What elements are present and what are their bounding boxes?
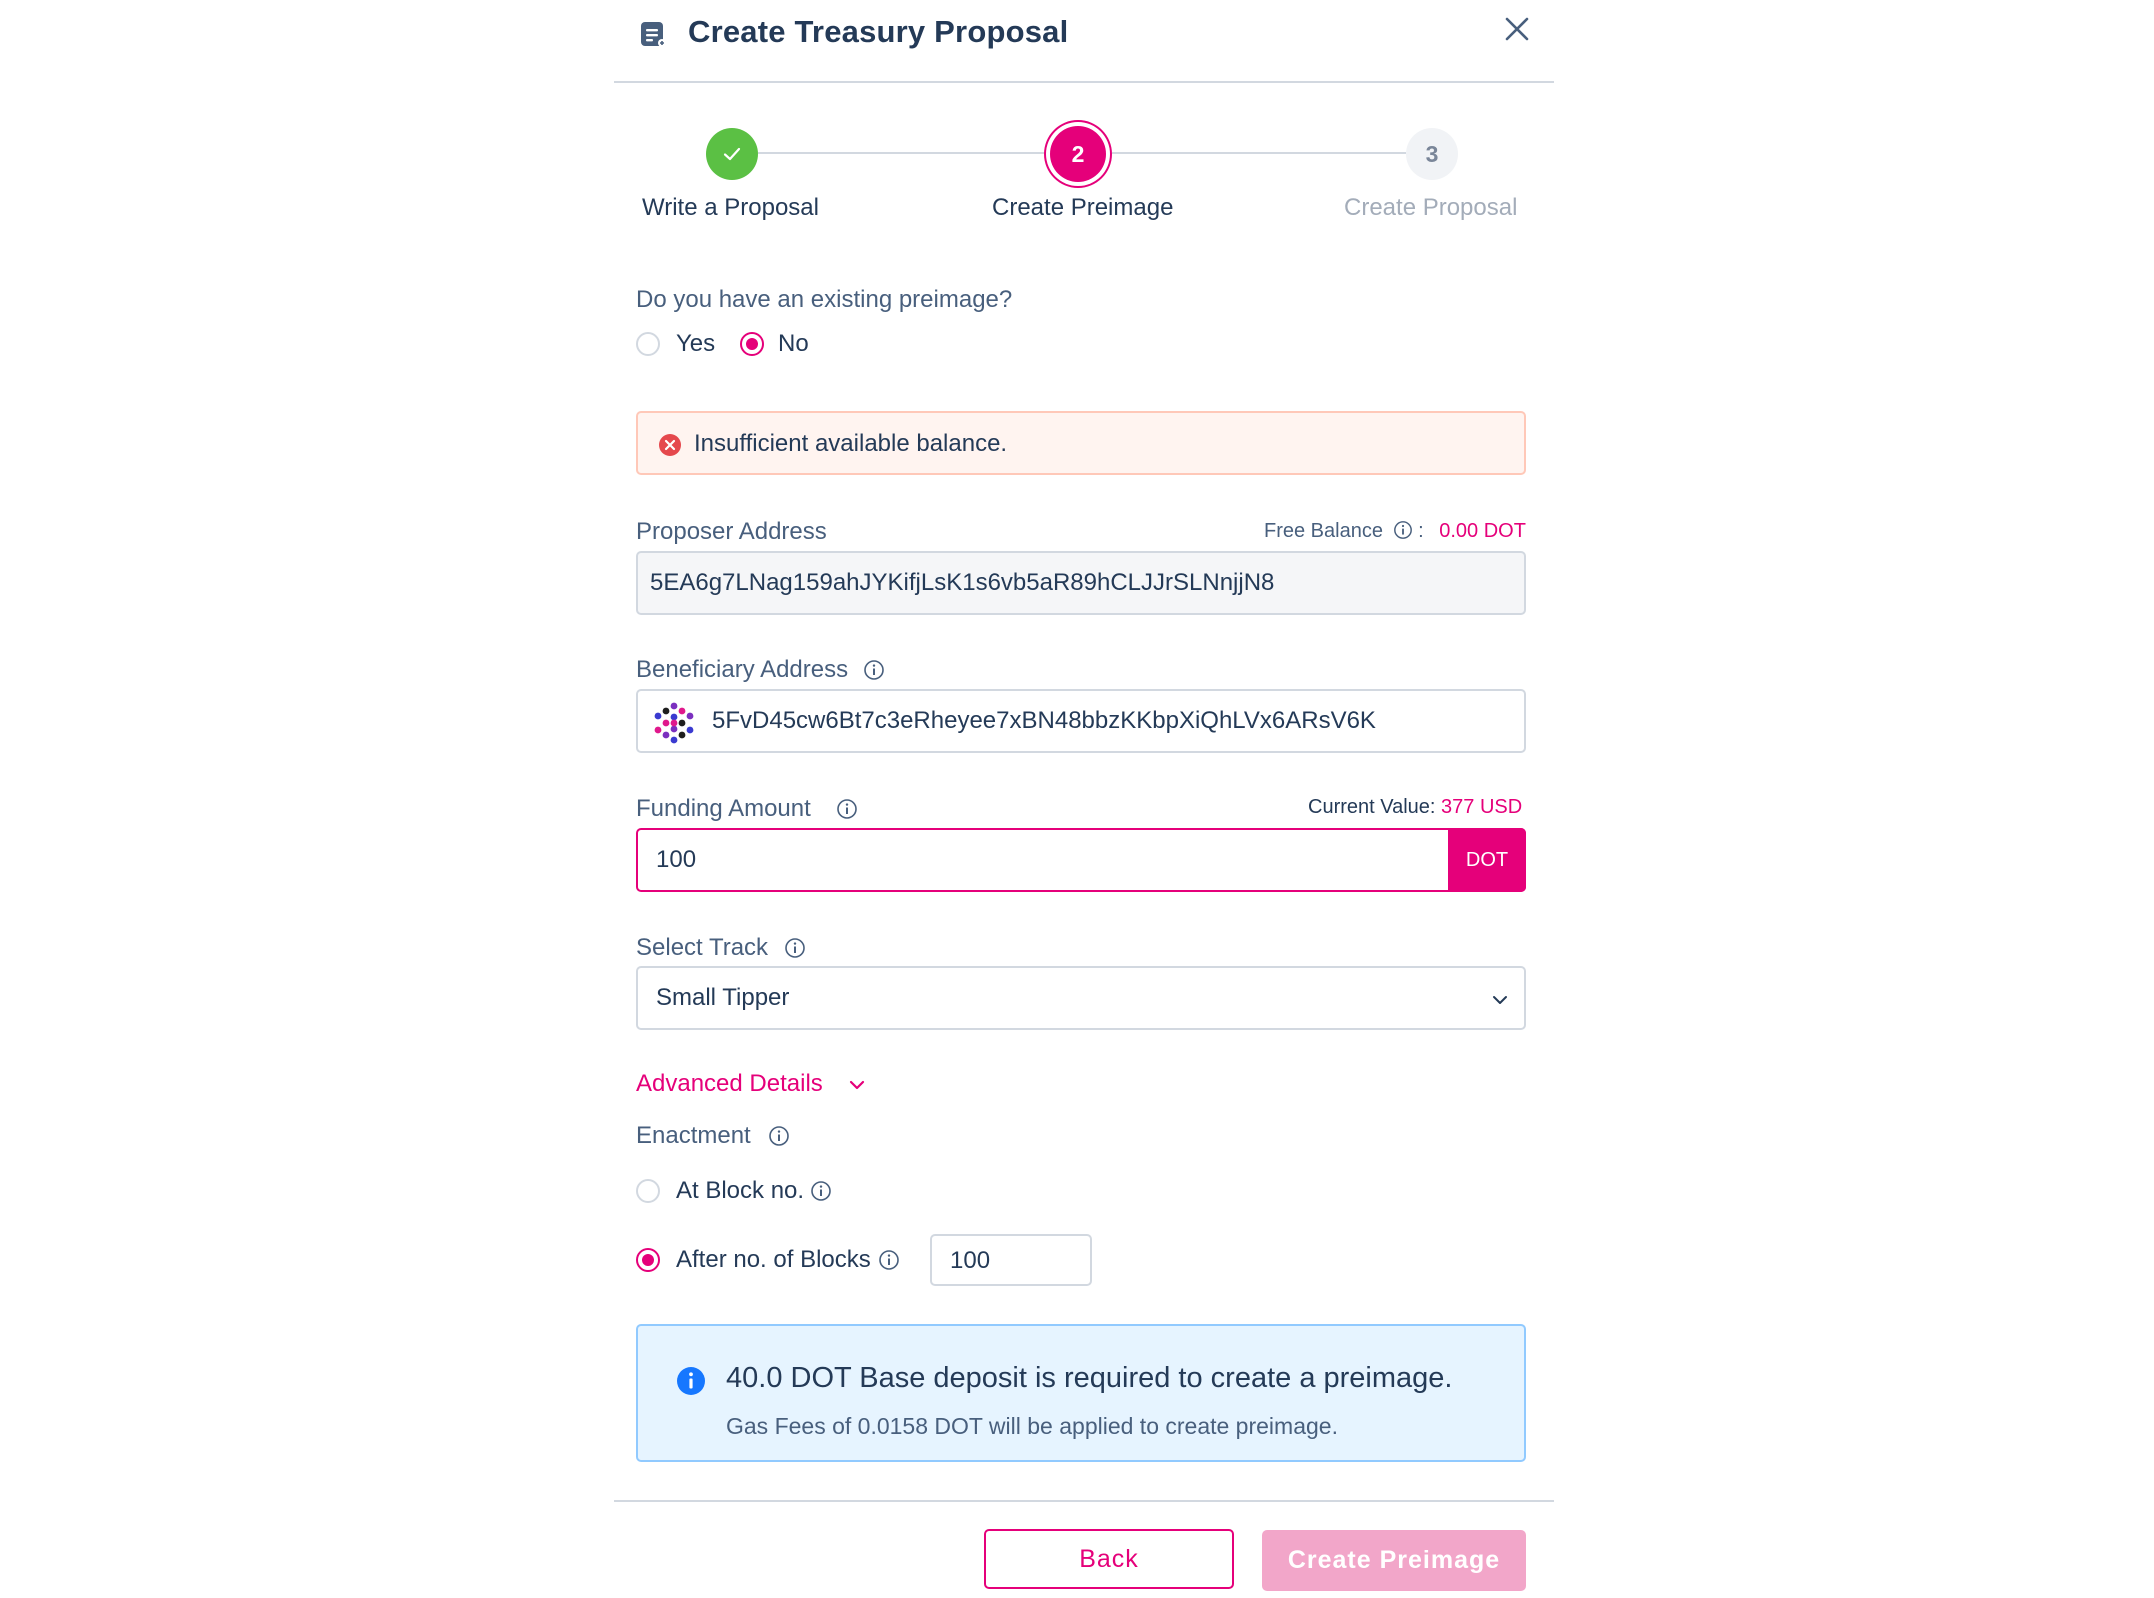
select-track-value: Small Tipper [656, 984, 790, 1011]
deposit-info-alert: 40.0 DOT Base deposit is required to cre… [636, 1324, 1526, 1462]
info-icon [785, 938, 805, 958]
select-track-label: Select Track [636, 934, 769, 961]
existing-preimage-question: Do you have an existing preimage? [636, 286, 1013, 313]
deposit-info-description: Gas Fees of 0.0158 DOT will be applied t… [726, 1413, 1338, 1439]
step-2-active: 2 [1050, 126, 1106, 182]
proposer-address-label: Proposer Address [636, 518, 827, 545]
error-circle-icon [659, 434, 681, 456]
polkadot-identicon-icon [654, 702, 694, 744]
dot-unit-suffix: DOT [1448, 828, 1526, 892]
proposer-address-value: 5EA6g7LNag159ahJYKifjLsK1s6vb5aR89hCLJJr… [650, 569, 1275, 596]
select-track-dropdown[interactable]: Small Tipper [636, 966, 1526, 1030]
error-message: Insufficient available balance. [694, 430, 1008, 457]
free-balance-separator: : [1418, 520, 1424, 542]
create-treasury-proposal-modal: Create Treasury Proposal 2 3 Write a Pro… [614, 0, 1554, 1598]
info-icon [837, 799, 857, 819]
step-1-done [706, 128, 758, 180]
beneficiary-address-value: 5FvD45cw6Bt7c3eRheyee7xBN48bbzKKbpXiQhLV… [712, 707, 1376, 734]
free-balance-value: 0.00 DOT [1439, 520, 1526, 542]
after-blocks-label[interactable]: After no. of Blocks [676, 1246, 871, 1274]
info-icon [1393, 521, 1412, 539]
chevron-down-icon[interactable] [846, 1074, 868, 1096]
footer-divider [614, 1500, 1554, 1502]
preimage-no-radio[interactable] [740, 332, 764, 356]
proposer-address-field: 5EA6g7LNag159ahJYKifjLsK1s6vb5aR89hCLJJr… [636, 551, 1526, 615]
info-icon [811, 1181, 831, 1201]
enactment-label: Enactment [636, 1122, 751, 1149]
info-icon [864, 660, 884, 680]
current-value: Current Value: 377 USD [1308, 796, 1522, 819]
current-value-label: Current Value: [1308, 796, 1436, 818]
back-button[interactable]: Back [984, 1529, 1234, 1589]
blocks-count-value: 100 [950, 1247, 991, 1274]
info-icon [879, 1250, 899, 1270]
deposit-info-title: 40.0 DOT Base deposit is required to cre… [726, 1362, 1453, 1394]
current-value-amount: 377 USD [1441, 796, 1523, 818]
info-filled-icon [677, 1367, 705, 1395]
chevron-down-icon [1493, 996, 1507, 1004]
stepper-line [1112, 152, 1406, 154]
step-3-pending: 3 [1406, 128, 1458, 180]
stepper-line [758, 152, 1050, 154]
funding-amount-value: 100 [656, 846, 697, 873]
free-balance-label: Free Balance [1264, 520, 1383, 542]
at-block-label[interactable]: At Block no. [676, 1177, 804, 1205]
check-icon [723, 147, 741, 161]
at-block-radio[interactable] [636, 1179, 660, 1203]
funding-amount-label: Funding Amount [636, 795, 811, 822]
step-1-label: Write a Proposal [642, 194, 819, 221]
beneficiary-address-field[interactable]: 5FvD45cw6Bt7c3eRheyee7xBN48bbzKKbpXiQhLV… [636, 689, 1526, 753]
preimage-no-label[interactable]: No [778, 330, 809, 358]
blocks-count-input[interactable]: 100 [930, 1234, 1092, 1286]
beneficiary-address-label: Beneficiary Address [636, 656, 849, 683]
close-icon[interactable] [1502, 14, 1532, 44]
free-balance: Free Balance : 0.00 DOT [1264, 520, 1526, 543]
preimage-yes-radio[interactable] [636, 332, 660, 356]
step-3-label: Create Proposal [1344, 194, 1518, 221]
step-2-label: Create Preimage [992, 194, 1174, 221]
after-blocks-radio[interactable] [636, 1248, 660, 1272]
proposal-document-icon [641, 22, 666, 47]
modal-title: Create Treasury Proposal [688, 14, 1069, 49]
preimage-yes-label[interactable]: Yes [676, 330, 715, 358]
modal-header: Create Treasury Proposal [614, 0, 1554, 83]
funding-amount-input[interactable]: 100 DOT [636, 828, 1526, 892]
info-icon [769, 1126, 789, 1146]
advanced-details-toggle[interactable]: Advanced Details [636, 1070, 823, 1098]
create-preimage-button[interactable]: Create Preimage [1262, 1530, 1526, 1591]
error-alert: Insufficient available balance. [636, 411, 1526, 475]
